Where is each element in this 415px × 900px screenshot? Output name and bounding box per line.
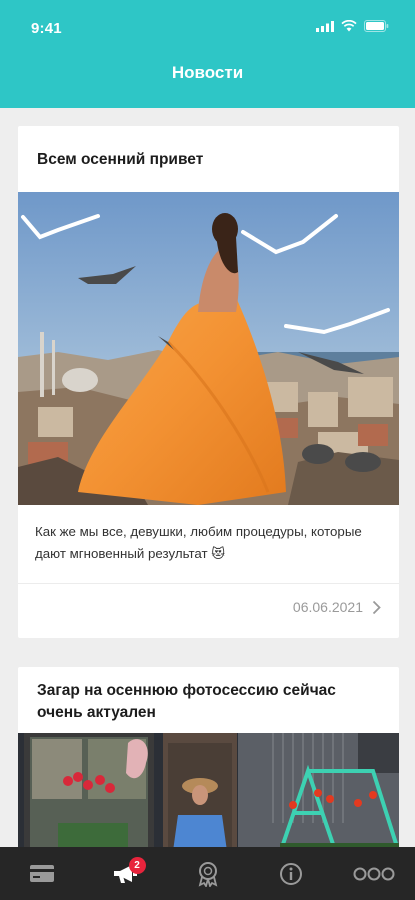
tab-bar: 2 bbox=[0, 847, 415, 900]
status-time: 9:41 bbox=[31, 20, 62, 37]
card-icon bbox=[29, 865, 54, 882]
news-title: Всем осенний привет bbox=[37, 151, 204, 168]
tab-awards[interactable] bbox=[178, 852, 238, 896]
wifi-icon bbox=[341, 20, 357, 32]
news-card[interactable]: Загар на осеннюю фотосессию сейчас очень… bbox=[18, 667, 399, 867]
info-icon bbox=[279, 862, 302, 885]
app-header: 9:41 Новости bbox=[0, 0, 415, 108]
tab-info[interactable] bbox=[261, 852, 321, 896]
news-text: Как же мы все, девушки, любим процедуры,… bbox=[35, 524, 362, 561]
chevron-right-icon bbox=[372, 600, 381, 614]
news-card[interactable]: Всем осенний привет Как же мы все, девуш… bbox=[18, 126, 399, 638]
divider bbox=[18, 583, 399, 584]
award-icon bbox=[198, 861, 217, 887]
page-title: Новости bbox=[171, 63, 244, 82]
news-date: 06.06.2021 bbox=[292, 599, 363, 615]
status-bar: 9:41 bbox=[0, 0, 415, 52]
status-icons bbox=[316, 20, 389, 32]
notification-badge: 2 bbox=[128, 856, 146, 874]
tab-news[interactable]: 2 bbox=[95, 852, 155, 896]
news-date-row[interactable]: 06.06.2021 bbox=[293, 599, 381, 615]
news-photo bbox=[18, 192, 399, 505]
tab-more[interactable] bbox=[344, 852, 404, 896]
battery-icon bbox=[364, 20, 389, 32]
signal-icon bbox=[316, 20, 334, 32]
more-icon bbox=[353, 867, 394, 880]
tab-card[interactable] bbox=[12, 852, 72, 896]
news-title: Загар на осеннюю фотосессию сейчас очень… bbox=[37, 682, 336, 721]
